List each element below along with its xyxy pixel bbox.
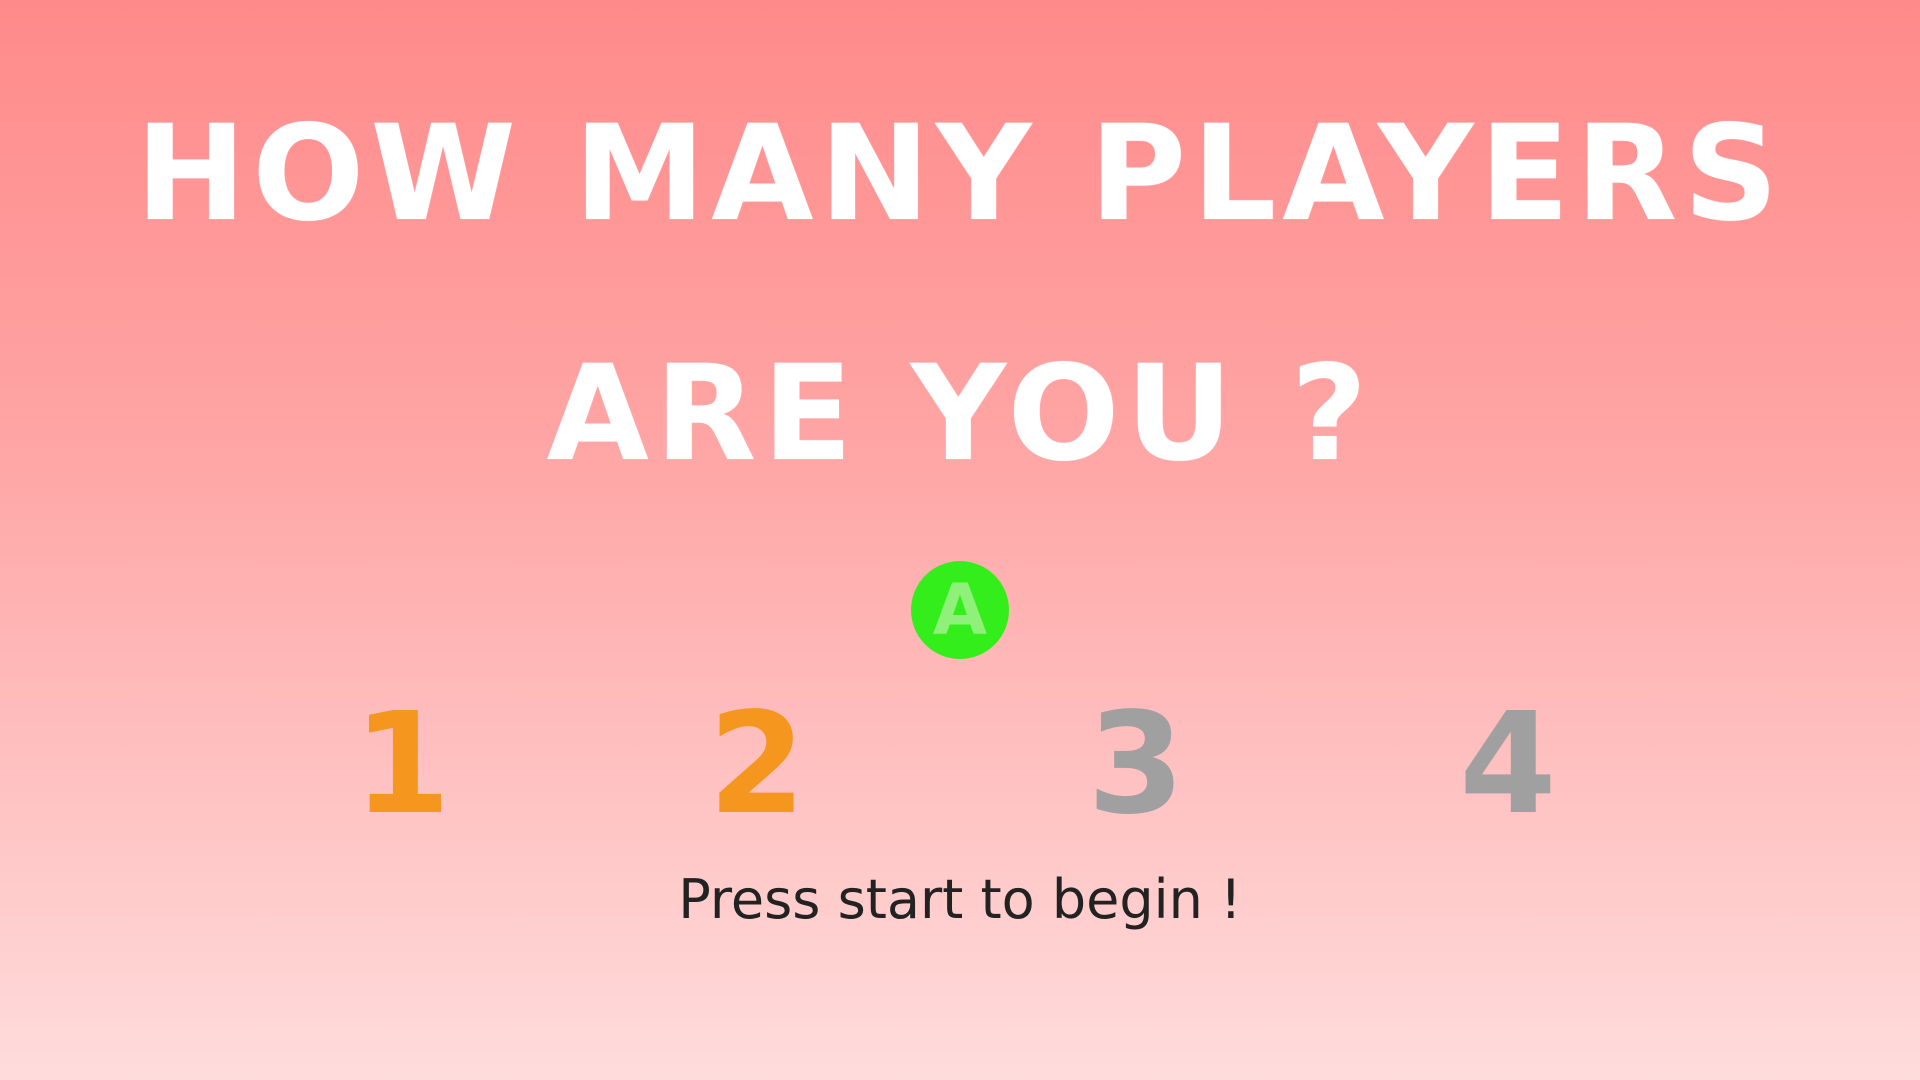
a-button-label: A [932, 569, 988, 651]
player-option-4[interactable]: 4 [1428, 690, 1588, 840]
title-line-1: HOW MANY PLAYERS [135, 97, 1785, 251]
title-line-2: ARE YOU ? [546, 337, 1374, 491]
player-option-3[interactable]: 3 [1056, 690, 1216, 840]
player-option-2[interactable]: 2 [677, 690, 837, 840]
player-option-1[interactable]: 1 [322, 690, 482, 840]
a-button-icon: A [911, 561, 1009, 659]
press-start-prompt: Press start to begin ! [678, 868, 1242, 931]
